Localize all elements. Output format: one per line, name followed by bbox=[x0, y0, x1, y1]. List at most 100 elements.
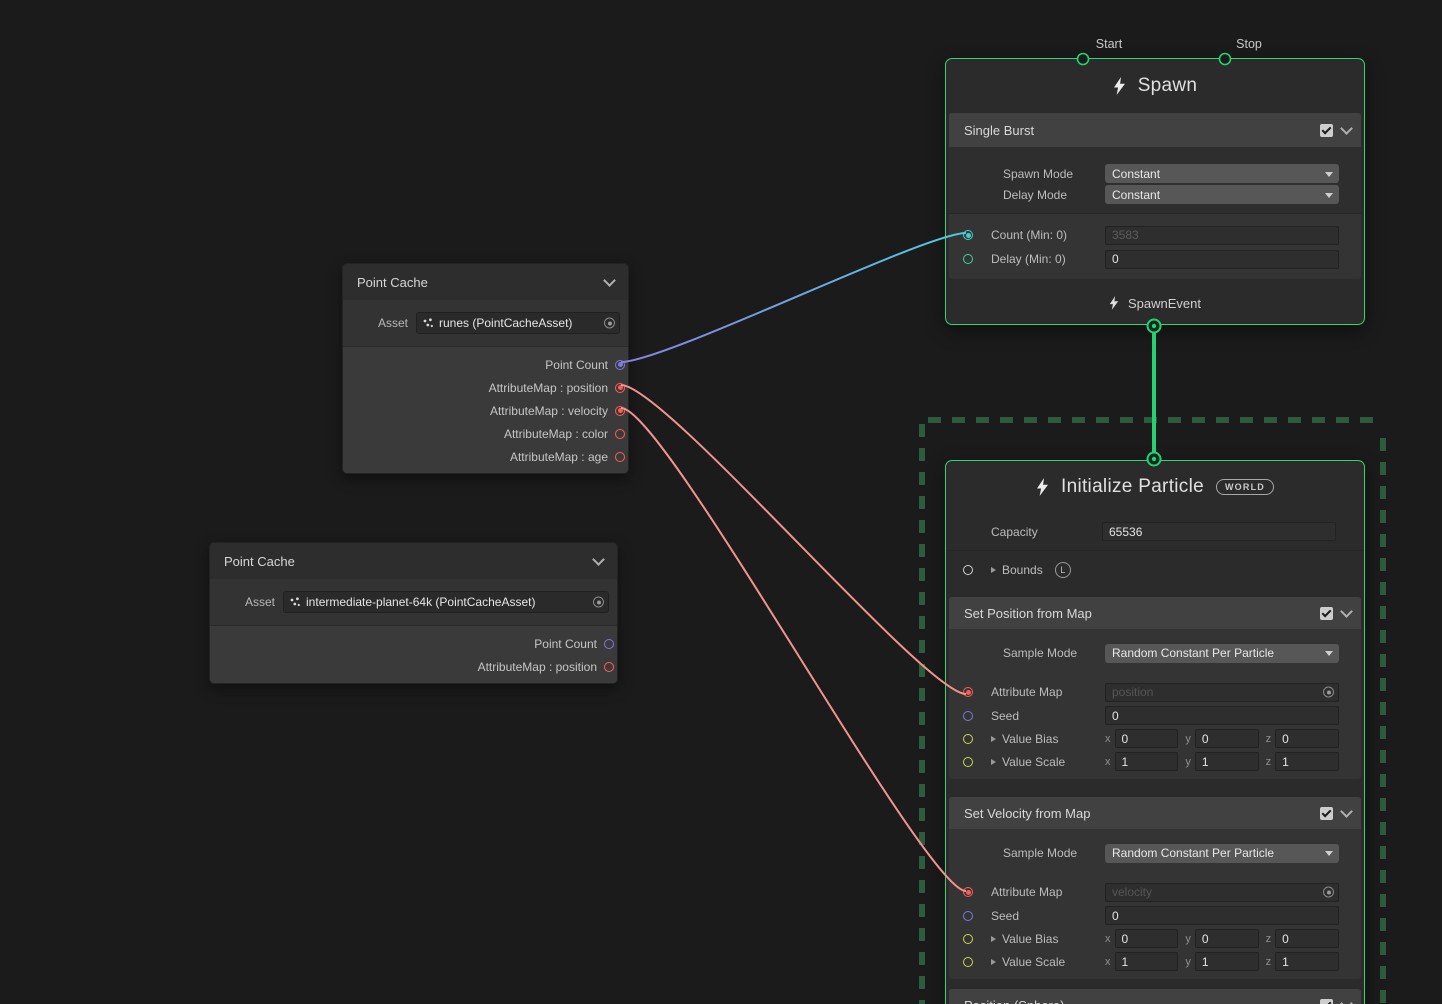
value-scale-y-field[interactable]: 1 bbox=[1195, 752, 1259, 771]
delay-label: Delay (Min: 0) bbox=[991, 252, 1105, 266]
set-position-from-map-block[interactable]: Set Position from Map Sample Mode Random… bbox=[949, 597, 1361, 779]
object-picker-icon[interactable] bbox=[604, 318, 615, 329]
foldout-arrow-icon[interactable] bbox=[991, 759, 996, 765]
spawn-context-node[interactable]: Spawn Single Burst Spawn Mode Constant D… bbox=[945, 58, 1365, 325]
edge-pointcount-to-count[interactable] bbox=[621, 233, 966, 362]
attributemap-color-output-port[interactable] bbox=[615, 429, 625, 439]
single-burst-collapse-chevron[interactable] bbox=[1340, 122, 1353, 135]
value-bias-z-field[interactable]: 0 bbox=[1275, 929, 1339, 948]
value-scale-z-field[interactable]: 1 bbox=[1275, 752, 1339, 771]
vfx-graph-canvas[interactable]: Point Cache Asset runes (PointCacheAsset… bbox=[0, 0, 1442, 1004]
value-scale-z-field[interactable]: 1 bbox=[1275, 952, 1339, 971]
block-enabled-checkbox[interactable] bbox=[1320, 607, 1333, 620]
initialize-input-flow-port-dot bbox=[1152, 457, 1156, 461]
object-picker-icon[interactable] bbox=[593, 597, 604, 608]
spawn-stop-flow-port[interactable] bbox=[1220, 54, 1231, 65]
object-picker-icon[interactable] bbox=[1323, 687, 1334, 698]
axis-x-label: x bbox=[1105, 933, 1111, 945]
value-bias-x-field[interactable]: 0 bbox=[1115, 729, 1179, 748]
object-picker-icon[interactable] bbox=[1323, 887, 1334, 898]
value-bias-z-field[interactable]: 0 bbox=[1275, 729, 1339, 748]
dropdown-caret-icon bbox=[1325, 193, 1333, 198]
point-count-output-port[interactable] bbox=[604, 639, 614, 649]
capacity-field[interactable]: 65536 bbox=[1102, 522, 1336, 541]
seed-field[interactable]: 0 bbox=[1105, 906, 1339, 925]
seed-field[interactable]: 0 bbox=[1105, 706, 1339, 725]
point-cache-runes-node[interactable]: Point Cache Asset runes (PointCacheAsset… bbox=[342, 263, 629, 474]
spawn-mode-dropdown[interactable]: Constant bbox=[1105, 164, 1339, 183]
attribute-map-input-port[interactable] bbox=[963, 887, 973, 897]
single-burst-enabled-checkbox[interactable] bbox=[1320, 124, 1333, 137]
foldout-arrow-icon[interactable] bbox=[991, 736, 996, 742]
position-sphere-header[interactable]: Position (Sphere) bbox=[949, 989, 1361, 1004]
attribute-map-label: Attribute Map bbox=[991, 685, 1105, 699]
edge-velocity-map-to-set-velocity[interactable] bbox=[621, 408, 966, 891]
block-collapse-chevron[interactable] bbox=[1340, 997, 1353, 1004]
initialize-node-header[interactable]: Initialize Particle WORLD bbox=[946, 461, 1364, 513]
single-burst-header[interactable]: Single Burst bbox=[949, 113, 1361, 147]
set-position-from-map-header[interactable]: Set Position from Map bbox=[949, 597, 1361, 629]
count-field[interactable]: 3583 bbox=[1105, 226, 1339, 245]
value-scale-x-field[interactable]: 1 bbox=[1115, 752, 1179, 771]
spawn-start-flow-port[interactable] bbox=[1078, 54, 1089, 65]
block-collapse-chevron[interactable] bbox=[1340, 805, 1353, 818]
attribute-map-input-port[interactable] bbox=[963, 687, 973, 697]
collapse-chevron-icon[interactable] bbox=[603, 274, 616, 287]
attribute-map-field[interactable]: velocity bbox=[1105, 883, 1339, 902]
position-sphere-block[interactable]: Position (Sphere) bbox=[949, 989, 1361, 1004]
set-velocity-from-map-block[interactable]: Set Velocity from Map Sample Mode Random… bbox=[949, 797, 1361, 979]
value-bias-y-field[interactable]: 0 bbox=[1195, 929, 1259, 948]
asset-object-field[interactable]: intermediate-planet-64k (PointCacheAsset… bbox=[283, 591, 609, 613]
output-row: Point Count bbox=[210, 632, 617, 655]
set-velocity-from-map-header[interactable]: Set Velocity from Map bbox=[949, 797, 1361, 829]
value-scale-input-port[interactable] bbox=[963, 757, 973, 767]
space-badge[interactable]: WORLD bbox=[1216, 479, 1274, 495]
block-enabled-checkbox[interactable] bbox=[1320, 807, 1333, 820]
attributemap-age-output-port[interactable] bbox=[615, 452, 625, 462]
axis-z-label: z bbox=[1266, 733, 1272, 745]
collapse-chevron-icon[interactable] bbox=[592, 553, 605, 566]
sample-mode-dropdown[interactable]: Random Constant Per Particle bbox=[1105, 844, 1339, 863]
value-scale-y-field[interactable]: 1 bbox=[1195, 952, 1259, 971]
value-bias-input-port[interactable] bbox=[963, 934, 973, 944]
axis-x-label: x bbox=[1105, 733, 1111, 745]
block-title: Set Position from Map bbox=[964, 606, 1092, 621]
foldout-arrow-icon[interactable] bbox=[991, 959, 996, 965]
foldout-arrow-icon[interactable] bbox=[991, 936, 996, 942]
block-collapse-chevron[interactable] bbox=[1340, 605, 1353, 618]
value-bias-y-field[interactable]: 0 bbox=[1195, 729, 1259, 748]
block-enabled-checkbox[interactable] bbox=[1320, 999, 1333, 1004]
delay-mode-dropdown[interactable]: Constant bbox=[1105, 185, 1339, 204]
attributemap-position-output-port[interactable] bbox=[604, 662, 614, 672]
count-input-port[interactable] bbox=[963, 230, 973, 240]
point-cache-planet-node[interactable]: Point Cache Asset intermediate-planet-64… bbox=[209, 542, 618, 684]
value-bias-x-field[interactable]: 0 bbox=[1115, 929, 1179, 948]
spawn-node-header[interactable]: Spawn bbox=[946, 59, 1364, 113]
value-bias-input-port[interactable] bbox=[963, 734, 973, 744]
spawn-event-label: SpawnEvent bbox=[1128, 296, 1201, 311]
initialize-particle-context-node[interactable]: Initialize Particle WORLD Capacity 65536… bbox=[945, 460, 1365, 1004]
spawn-mode-label: Spawn Mode bbox=[1003, 167, 1105, 181]
delay-input-port[interactable] bbox=[963, 254, 973, 264]
bounds-lock-icon[interactable]: L bbox=[1055, 562, 1071, 578]
value-bias-label: Value Bias bbox=[1002, 732, 1058, 746]
point-cache-planet-header[interactable]: Point Cache bbox=[210, 543, 617, 579]
single-burst-block[interactable]: Single Burst Spawn Mode Constant Delay M… bbox=[949, 113, 1361, 279]
foldout-arrow-icon[interactable] bbox=[991, 567, 996, 573]
attribute-map-row: Attribute Map velocity bbox=[949, 880, 1361, 904]
seed-row: Seed 0 bbox=[949, 904, 1361, 927]
value-scale-x-field[interactable]: 1 bbox=[1115, 952, 1179, 971]
attributemap-velocity-output-port[interactable] bbox=[615, 406, 625, 416]
seed-input-port[interactable] bbox=[963, 711, 973, 721]
seed-input-port[interactable] bbox=[963, 911, 973, 921]
value-scale-input-port[interactable] bbox=[963, 957, 973, 967]
attribute-map-field[interactable]: position bbox=[1105, 683, 1339, 702]
axis-y-label: y bbox=[1185, 733, 1191, 745]
seed-row: Seed 0 bbox=[949, 704, 1361, 727]
bounds-input-port[interactable] bbox=[963, 565, 973, 575]
delay-field[interactable]: 0 bbox=[1105, 250, 1339, 269]
attributemap-position-output-port[interactable] bbox=[615, 383, 625, 393]
sample-mode-dropdown[interactable]: Random Constant Per Particle bbox=[1105, 644, 1339, 663]
asset-object-field[interactable]: runes (PointCacheAsset) bbox=[416, 312, 620, 334]
point-cache-runes-header[interactable]: Point Cache bbox=[343, 264, 628, 300]
